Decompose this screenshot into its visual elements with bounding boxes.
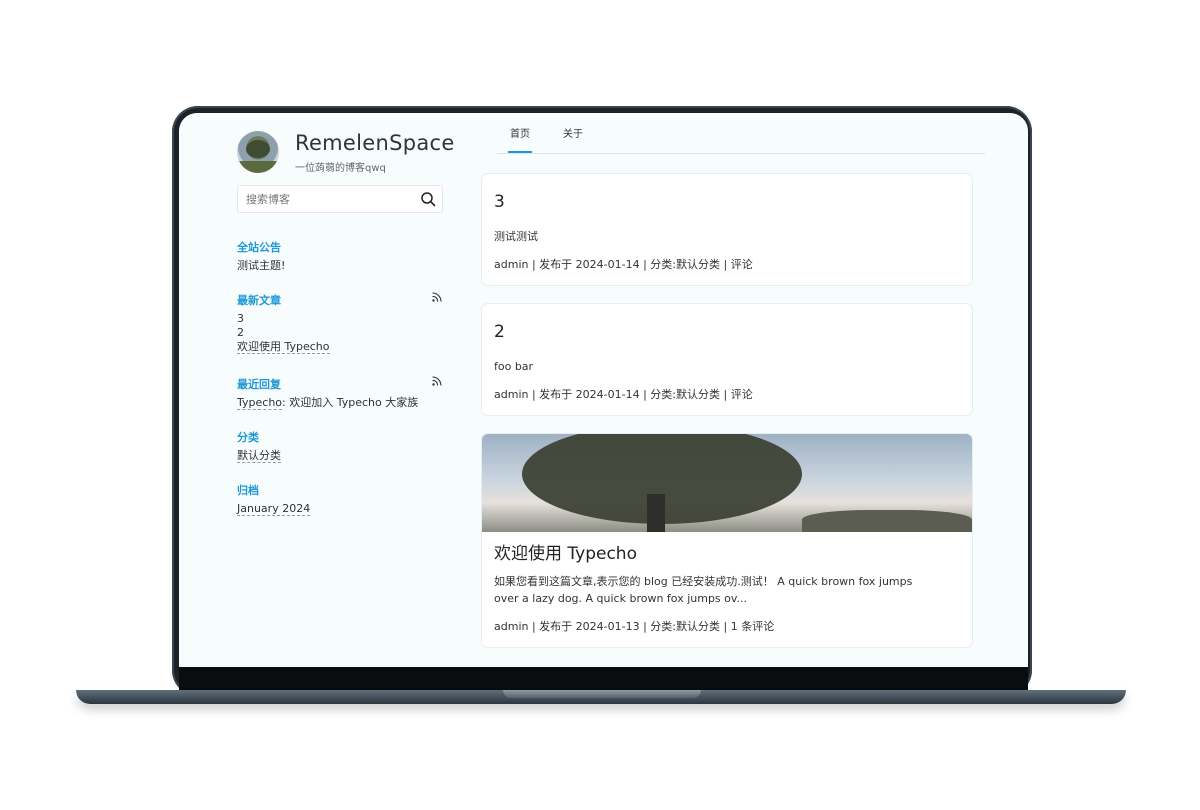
rss-icon[interactable] xyxy=(432,376,442,386)
recent-post-link[interactable]: 3 xyxy=(237,312,442,326)
search-box xyxy=(237,185,443,213)
rss-icon[interactable] xyxy=(432,292,442,302)
post-excerpt: 如果您看到这篇文章,表示您的 blog 已经安装成功.测试！ A quick b… xyxy=(494,573,954,607)
top-nav: 首页 关于 xyxy=(497,113,985,154)
post-title[interactable]: 2 xyxy=(494,322,505,342)
widget-announcement: 全站公告 测试主题! xyxy=(237,239,442,273)
recent-comment: Typecho: 欢迎加入 Typecho 大家族 xyxy=(237,396,442,410)
screen-bezel xyxy=(179,667,1028,691)
post-excerpt-line: 如果您看到这篇文章,表示您的 blog 已经安装成功.测试！ A quick b… xyxy=(494,575,913,588)
laptop-notch xyxy=(503,690,701,698)
post-title[interactable]: 3 xyxy=(494,192,505,212)
recent-post-link[interactable]: 欢迎使用 Typecho xyxy=(237,340,442,354)
comment-author-link[interactable]: Typecho xyxy=(237,396,283,410)
post-excerpt-line: over a lazy dog. A quick brown fox jumps… xyxy=(494,592,748,605)
post-excerpt: 测试测试 xyxy=(494,230,538,243)
search-input[interactable] xyxy=(246,186,416,212)
site-title[interactable]: RemelenSpace xyxy=(295,131,455,155)
recent-post-link[interactable]: 2 xyxy=(237,326,442,340)
avatar[interactable] xyxy=(237,131,279,173)
post-card[interactable]: 2 foo bar admin | 发布于 2024-01-14 | 分类:默认… xyxy=(481,303,973,416)
widget-categories: 分类 默认分类 xyxy=(237,429,442,463)
widget-title: 最新文章 xyxy=(237,294,281,307)
widget-title: 最近回复 xyxy=(237,378,281,391)
post-meta: admin | 发布于 2024-01-13 | 分类:默认分类 | 1 条评论 xyxy=(494,620,775,633)
category-link[interactable]: 默认分类 xyxy=(237,449,442,463)
tab-about[interactable]: 关于 xyxy=(563,125,583,140)
post-excerpt: foo bar xyxy=(494,360,534,373)
widget-title: 归档 xyxy=(237,484,259,497)
post-title[interactable]: 欢迎使用 Typecho xyxy=(494,539,637,564)
post-meta: admin | 发布于 2024-01-14 | 分类:默认分类 | 评论 xyxy=(494,258,753,271)
archive-link[interactable]: January 2024 xyxy=(237,502,442,516)
widget-archives: 归档 January 2024 xyxy=(237,482,442,516)
post-card[interactable]: 3 测试测试 admin | 发布于 2024-01-14 | 分类:默认分类 … xyxy=(481,173,973,286)
tab-home[interactable]: 首页 xyxy=(508,125,532,153)
widget-recent-posts: 最新文章 3 2 欢迎使用 Typecho xyxy=(237,292,442,354)
search-icon[interactable] xyxy=(420,191,436,207)
announcement-text: 测试主题! xyxy=(237,259,286,272)
recent-post-label: 欢迎使用 Typecho xyxy=(237,340,330,354)
widget-title: 分类 xyxy=(237,431,259,444)
category-label: 默认分类 xyxy=(237,449,281,463)
archive-label: January 2024 xyxy=(237,502,311,516)
widget-title: 全站公告 xyxy=(237,241,281,254)
post-cover-image[interactable] xyxy=(482,434,972,532)
post-meta: admin | 发布于 2024-01-14 | 分类:默认分类 | 评论 xyxy=(494,388,753,401)
widget-recent-comments: 最近回复 Typecho: 欢迎加入 Typecho 大家族 xyxy=(237,376,442,410)
browser-screen: RemelenSpace 一位蒟蒻的博客qwq 全站公告 测试主题! 最新文章 … xyxy=(179,113,1028,667)
site-description: 一位蒟蒻的博客qwq xyxy=(295,163,386,174)
post-card[interactable]: 欢迎使用 Typecho 如果您看到这篇文章,表示您的 blog 已经安装成功.… xyxy=(481,433,973,648)
comment-text: : 欢迎加入 Typecho 大家族 xyxy=(282,396,419,409)
